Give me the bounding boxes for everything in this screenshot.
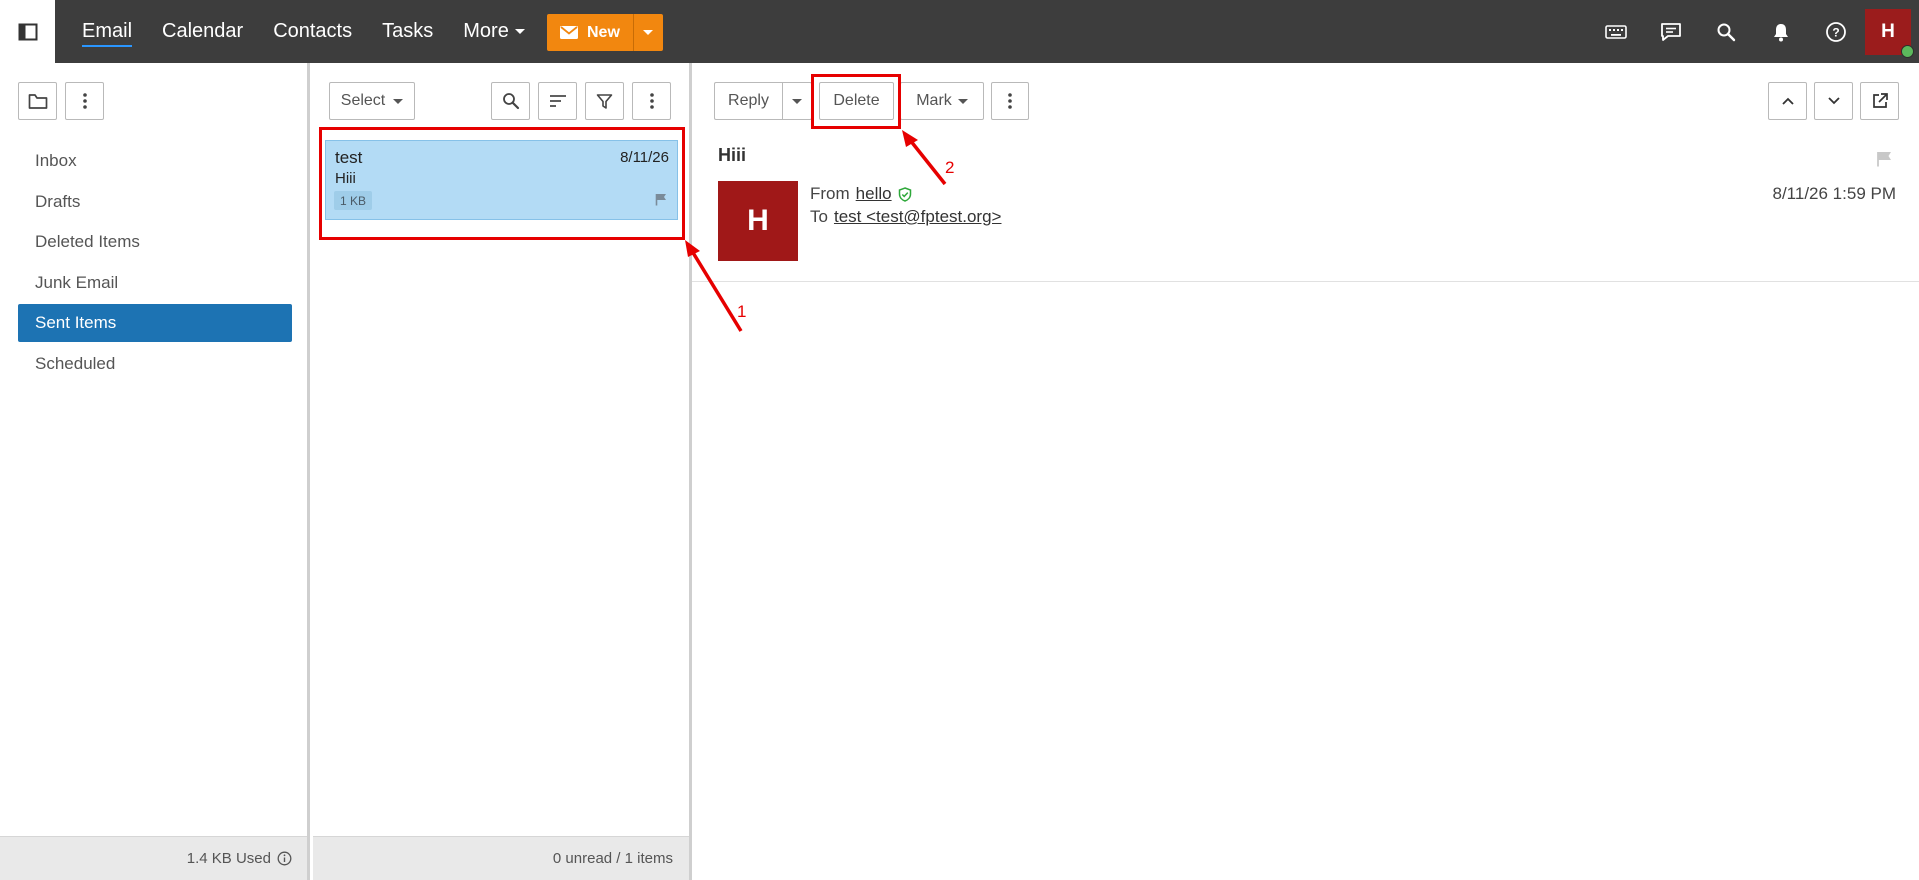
storage-footer: 1.4 KB Used — [0, 836, 307, 880]
nav-more-label: More — [463, 20, 509, 42]
help-button[interactable]: ? — [1818, 14, 1854, 50]
reply-button[interactable]: Reply — [714, 82, 782, 120]
more-vertical-icon — [649, 93, 654, 109]
sender-avatar: H — [718, 181, 798, 261]
svg-text:?: ? — [1832, 25, 1839, 39]
search-icon — [502, 93, 519, 110]
search-messages-button[interactable] — [491, 82, 530, 120]
chevron-down-icon — [792, 98, 802, 104]
to-line: To test <test@fptest.org> — [810, 207, 1001, 227]
folder-junk-email[interactable]: Junk Email — [18, 264, 292, 302]
verified-shield-icon — [898, 186, 911, 202]
storage-used-text: 1.4 KB Used — [186, 850, 271, 867]
more-vertical-icon — [1008, 93, 1012, 109]
chevron-down-icon — [957, 98, 968, 104]
folder-icon — [28, 93, 47, 109]
info-icon[interactable] — [277, 851, 292, 866]
global-search-button[interactable] — [1708, 14, 1744, 50]
header-divider — [692, 281, 1919, 282]
folder-sent-items[interactable]: Sent Items — [18, 304, 292, 343]
bell-icon — [1774, 23, 1788, 41]
folder-inbox[interactable]: Inbox — [18, 142, 292, 180]
search-icon — [1717, 23, 1736, 41]
top-toolbar-icons: ? — [1598, 0, 1854, 63]
nav-calendar[interactable]: Calendar — [162, 20, 243, 43]
select-label: Select — [340, 92, 386, 109]
sidebar-toggle-button[interactable] — [0, 0, 55, 63]
reply-label: Reply — [728, 92, 769, 109]
message-options-button[interactable] — [991, 82, 1029, 120]
message-subject-heading: Hiii — [718, 145, 747, 165]
chevron-down-icon — [643, 30, 654, 35]
folder-drafts[interactable]: Drafts — [18, 183, 292, 221]
nav-tasks[interactable]: Tasks — [382, 20, 433, 43]
message-count-text: 0 unread / 1 items — [552, 850, 673, 867]
message-count-footer: 0 unread / 1 items — [313, 836, 689, 880]
help-icon: ? — [1826, 21, 1846, 42]
reading-pane: Reply Delete Mark Hiii H From hello To t… — [692, 63, 1919, 880]
to-recipient-link[interactable]: test <test@fptest.org> — [834, 207, 1002, 227]
notifications-button[interactable] — [1763, 14, 1799, 50]
keyboard-icon — [1605, 24, 1627, 39]
top-bar: Email Calendar Contacts Tasks More New ?… — [0, 0, 1919, 63]
new-button[interactable]: New — [547, 14, 633, 51]
to-label: To — [810, 207, 828, 226]
annotation-label-1: 1 — [737, 302, 747, 321]
popout-button[interactable] — [1860, 82, 1899, 120]
folder-deleted-items[interactable]: Deleted Items — [18, 223, 292, 261]
nav-contacts[interactable]: Contacts — [273, 20, 352, 43]
message-timestamp: 8/11/26 1:59 PM — [1772, 184, 1897, 203]
external-link-icon — [1872, 93, 1888, 108]
folder-button[interactable] — [18, 82, 57, 120]
sidebar-panel-icon — [18, 23, 37, 40]
presence-status-icon — [1901, 45, 1914, 58]
select-dropdown[interactable]: Select — [329, 82, 415, 120]
flag-icon[interactable] — [1876, 151, 1892, 167]
folder-list: Inbox Drafts Deleted Items Junk Email Se… — [18, 142, 292, 386]
from-label: From — [810, 184, 850, 203]
folder-pane: Inbox Drafts Deleted Items Junk Email Se… — [0, 63, 310, 880]
chevron-down-icon — [514, 29, 525, 35]
new-button-group: New — [547, 14, 663, 51]
from-sender-link[interactable]: hello — [856, 184, 892, 204]
filter-icon — [596, 93, 613, 109]
keyboard-shortcuts-button[interactable] — [1598, 14, 1634, 50]
list-options-button[interactable] — [632, 82, 671, 120]
folder-scheduled[interactable]: Scheduled — [18, 345, 292, 383]
chevron-down-icon — [1827, 97, 1840, 105]
from-line: From hello — [810, 184, 912, 204]
sort-button[interactable] — [538, 82, 577, 120]
previous-message-button[interactable] — [1768, 82, 1807, 120]
mark-dropdown[interactable]: Mark — [900, 82, 984, 120]
chat-icon — [1661, 22, 1681, 41]
folder-options-button[interactable] — [65, 82, 104, 120]
filter-button[interactable] — [585, 82, 624, 120]
new-button-label: New — [587, 23, 620, 41]
annotation-box-delete — [811, 74, 901, 129]
chevron-up-icon — [1781, 97, 1794, 105]
main-nav: Email Calendar Contacts Tasks More — [82, 0, 525, 63]
chevron-down-icon — [393, 98, 404, 104]
more-vertical-icon — [82, 93, 87, 109]
next-message-button[interactable] — [1814, 82, 1853, 120]
reply-options-dropdown[interactable] — [782, 82, 812, 120]
new-dropdown-button[interactable] — [632, 14, 663, 51]
nav-more[interactable]: More — [463, 20, 525, 43]
sort-icon — [549, 95, 566, 107]
mark-label: Mark — [916, 92, 952, 109]
annotation-label-2: 2 — [945, 158, 955, 177]
envelope-icon — [560, 26, 578, 39]
nav-email[interactable]: Email — [82, 20, 133, 47]
annotation-box-message — [319, 127, 685, 240]
chat-button[interactable] — [1653, 14, 1689, 50]
